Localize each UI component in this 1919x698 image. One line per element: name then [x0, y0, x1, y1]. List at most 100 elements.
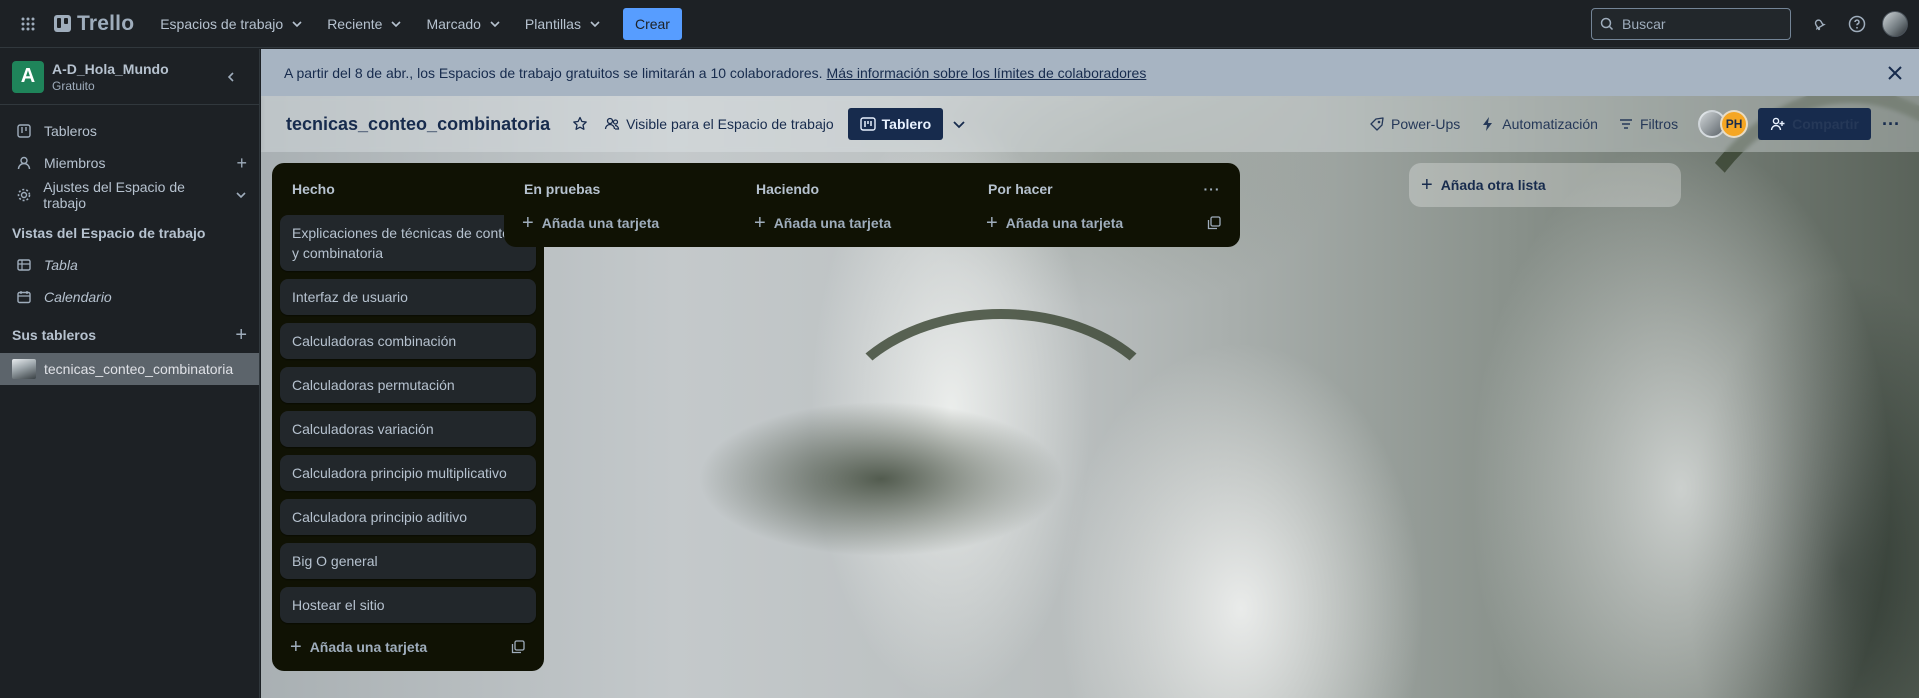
banner-link[interactable]: Más información sobre los límites de col… [827, 65, 1147, 81]
plus-icon: + [754, 212, 766, 234]
workspace-plan: Gratuito [52, 78, 95, 93]
your-boards-heading-label: Sus tableros [12, 327, 97, 343]
add-card-label: Añada una tarjeta [309, 639, 428, 655]
banner-text: A partir del 8 de abr., los Espacios de … [284, 64, 823, 81]
add-board-plus-icon[interactable]: + [235, 324, 247, 347]
sidebar-board-item[interactable]: tecnicas_conteo_combinatoria [0, 353, 259, 385]
trello-logo[interactable]: Trello [54, 12, 134, 36]
search-icon [1600, 17, 1614, 30]
list-header[interactable]: Hecho ··· [280, 171, 536, 207]
chevron-down-icon [490, 20, 500, 27]
powerups-button[interactable]: Power-Ups [1361, 108, 1468, 140]
share-button[interactable]: Compartir [1758, 108, 1871, 140]
search-input[interactable] [1622, 15, 1772, 32]
workspace-name[interactable]: A-D_Hola_Mundo [52, 61, 169, 77]
add-card-label: Añada una tarjeta [541, 215, 660, 231]
share-label: Compartir [1792, 116, 1859, 132]
plus-icon: + [522, 212, 534, 234]
list-header[interactable]: Haciendo ··· [744, 171, 1000, 207]
views-heading: Vistas del Espacio de trabajo [0, 217, 259, 249]
boards-icon [16, 123, 32, 139]
card[interactable]: Hostear el sitio [280, 587, 536, 623]
table-icon [16, 257, 32, 273]
avatar-initials[interactable]: PH [1720, 110, 1749, 138]
nav-recent[interactable]: Reciente [315, 8, 414, 40]
chevron-down-icon [292, 20, 302, 27]
search-box[interactable] [1591, 7, 1791, 40]
filters-button[interactable]: Filtros [1610, 108, 1686, 140]
card-template-icon[interactable] [506, 635, 530, 659]
nav-workspaces[interactable]: Espacios de trabajo [148, 8, 315, 40]
chevron-down-icon [953, 121, 965, 129]
notifications-bell-icon[interactable] [1803, 8, 1835, 40]
nav-recent-label: Reciente [327, 15, 383, 32]
filter-icon [1619, 119, 1632, 129]
workspace-visibility-icon [604, 117, 620, 130]
trello-logo-icon [54, 15, 71, 32]
add-card-button[interactable]: + Añada una tarjeta [744, 207, 1000, 239]
board-view-icon [859, 117, 876, 131]
board-menu-more-icon[interactable]: ··· [1875, 108, 1907, 140]
card-template-icon[interactable] [1202, 211, 1226, 235]
card[interactable]: Big O general [280, 543, 536, 579]
plus-icon: + [986, 212, 998, 234]
app-switcher-icon[interactable] [12, 8, 44, 40]
list-title[interactable]: Hecho [292, 181, 335, 197]
announcement-banner: A partir del 8 de abr., los Espacios de … [261, 49, 1919, 96]
view-switcher-dropdown[interactable] [943, 108, 975, 140]
list-menu-icon[interactable]: ··· [1198, 175, 1226, 203]
board-title[interactable]: tecnicas_conteo_combinatoria [286, 114, 550, 135]
workspace-badge[interactable]: A [12, 60, 44, 93]
card[interactable]: Explicaciones de técnicas de conteo y co… [280, 215, 536, 271]
sidebar-item-members[interactable]: Miembros + [0, 147, 259, 179]
list-title[interactable]: Haciendo [756, 181, 819, 197]
sidebar-item-label: Ajustes del Espacio de trabajo [43, 179, 185, 211]
topbar-right-group [1591, 7, 1911, 40]
nav-starred[interactable]: Marcado [414, 8, 512, 40]
card[interactable]: Interfaz de usuario [280, 279, 536, 315]
sidebar-item-settings[interactable]: Ajustes del Espacio de trabajo [0, 179, 259, 211]
board-thumbnail [12, 359, 36, 379]
add-card-button[interactable]: + Añada una tarjeta [512, 207, 768, 239]
list-header[interactable]: Por hacer ··· [976, 171, 1232, 207]
add-card-button[interactable]: + Añada una tarjeta [976, 207, 1232, 239]
add-list-label: Añada otra lista [1440, 177, 1546, 193]
card[interactable]: Calculadoras permutación [280, 367, 536, 403]
help-icon[interactable] [1841, 8, 1873, 40]
chevron-down-icon [391, 20, 402, 27]
gear-icon [16, 187, 31, 203]
nav-workspaces-label: Espacios de trabajo [160, 15, 284, 32]
add-card-button[interactable]: + Añada una tarjeta [280, 631, 536, 663]
card[interactable]: Calculadora principio aditivo [280, 499, 536, 535]
add-card-label: Añada una tarjeta [773, 215, 892, 231]
card[interactable]: Calculadoras variación [280, 411, 536, 447]
add-list-button[interactable]: + Añada otra lista [1409, 163, 1681, 207]
create-button[interactable]: Crear [622, 7, 682, 40]
card[interactable]: Calculadoras combinación [280, 323, 536, 359]
list-title[interactable]: En pruebas [524, 181, 600, 197]
star-board-button[interactable] [564, 108, 596, 140]
chevron-down-icon [590, 20, 600, 27]
add-card-label: Añada una tarjeta [1005, 215, 1124, 231]
collapse-sidebar-button[interactable] [215, 61, 247, 93]
add-member-plus-icon[interactable]: + [236, 154, 247, 172]
visibility-button[interactable]: Visible para el Espacio de trabajo [596, 108, 842, 140]
list-header[interactable]: En pruebas ··· [512, 171, 768, 207]
nav-templates[interactable]: Plantillas [513, 8, 613, 40]
sidebar-item-table[interactable]: Tabla [0, 249, 259, 281]
star-icon [573, 116, 587, 130]
list-title[interactable]: Por hacer [988, 181, 1053, 197]
card[interactable]: Calculadora principio multiplicativo [280, 455, 536, 491]
view-switcher-board[interactable]: Tablero [847, 108, 944, 140]
your-boards-heading: Sus tableros + [0, 319, 259, 351]
sidebar-menu: Tableros Miembros + Ajustes del Espacio … [0, 105, 259, 385]
automation-button[interactable]: Automatización [1472, 108, 1606, 140]
sidebar-item-boards[interactable]: Tableros [0, 115, 259, 147]
list-por-hacer: Por hacer ··· + Añada una tarjeta [968, 163, 1240, 247]
account-menu-button[interactable] [1879, 8, 1911, 40]
close-icon[interactable] [1881, 59, 1909, 87]
sidebar-item-calendar[interactable]: Calendario [0, 281, 259, 313]
background-decoration [821, 309, 1181, 569]
member-icon [16, 155, 32, 171]
background-decoration [1641, 89, 1919, 698]
